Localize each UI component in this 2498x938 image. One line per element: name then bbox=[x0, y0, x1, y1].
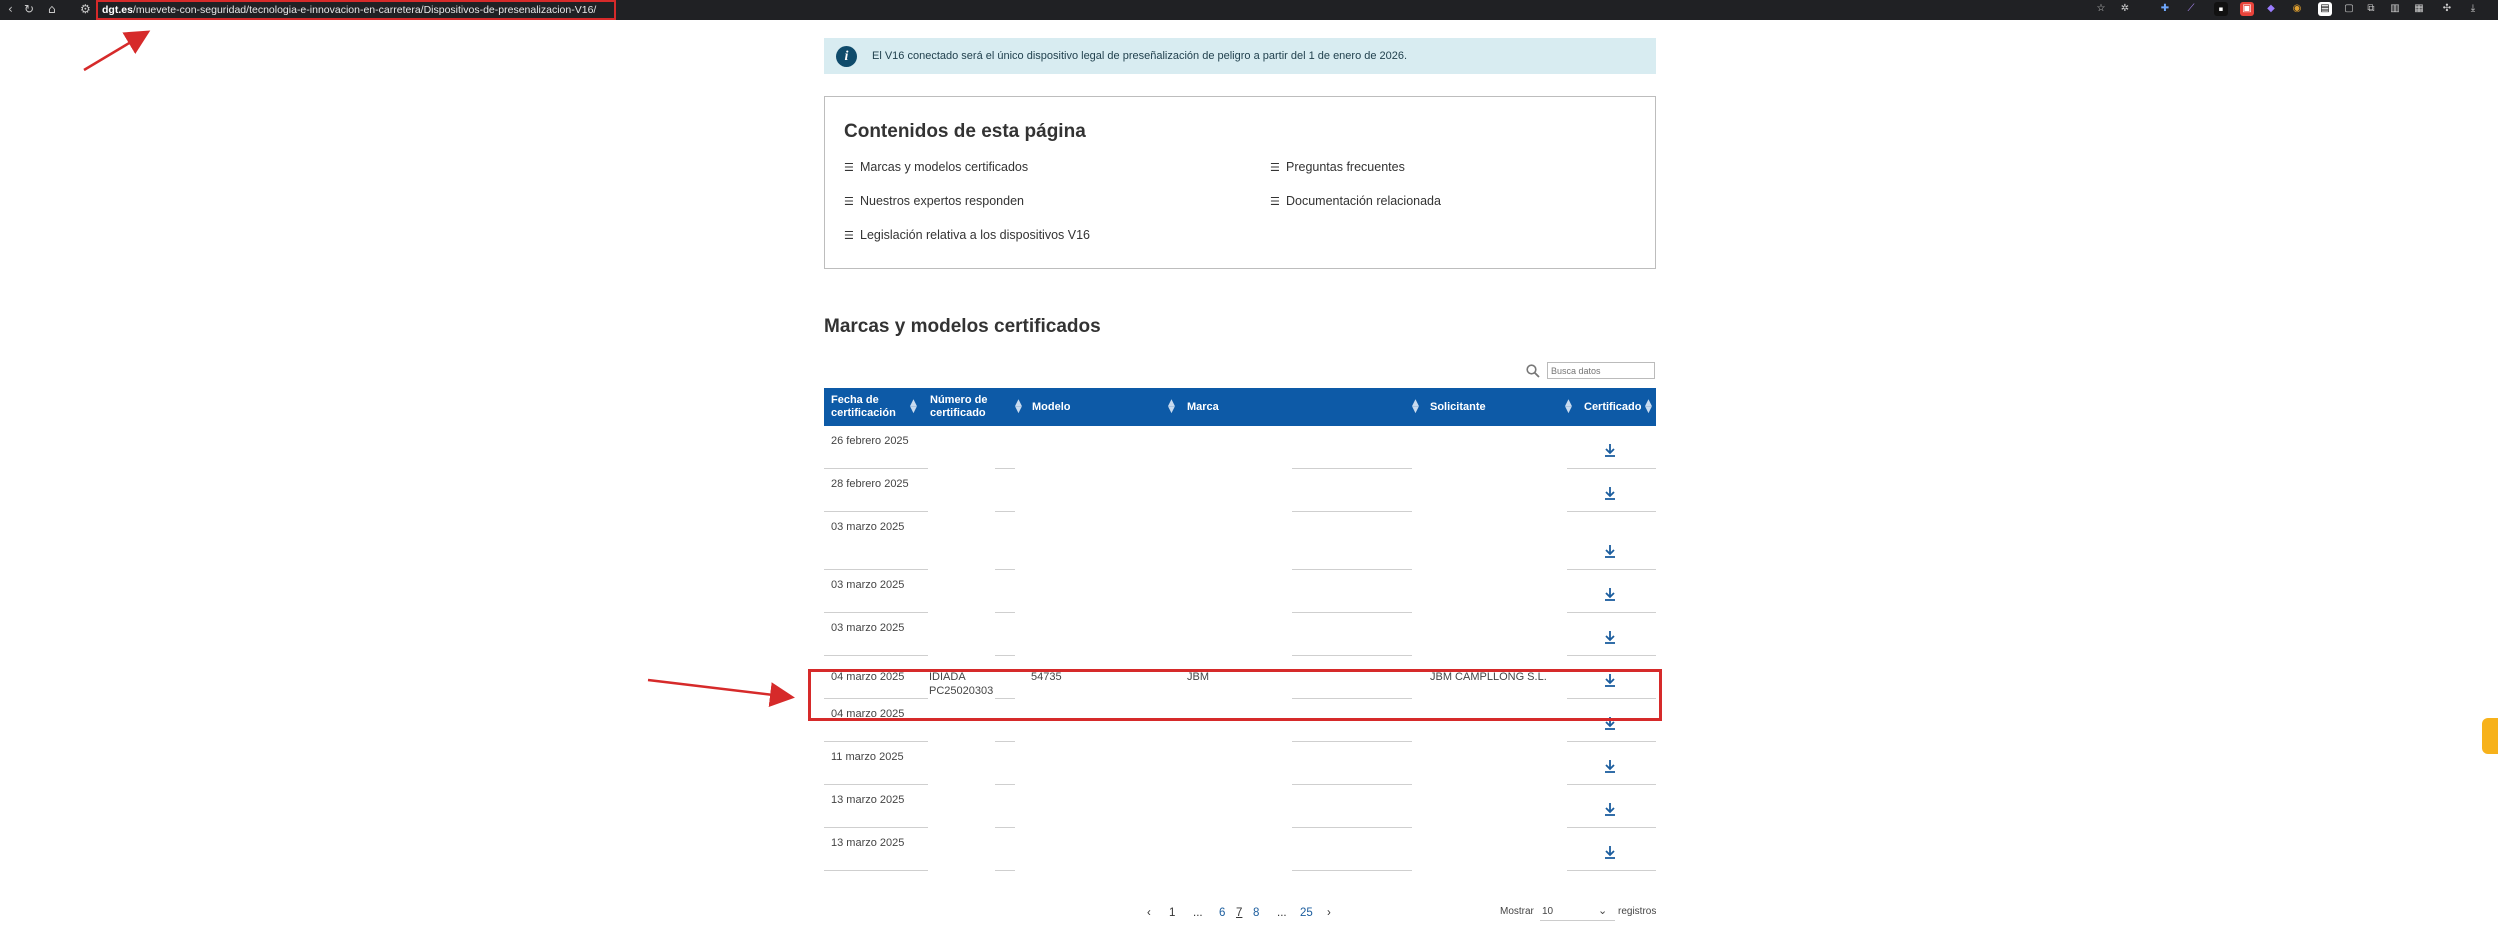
extension-icon[interactable]: ⧉ bbox=[2364, 2, 2378, 16]
arrow-to-url bbox=[83, 30, 151, 72]
toc-link-preguntas-frecuentes[interactable]: ☰ Preguntas frecuentes bbox=[1270, 160, 1405, 174]
page-length-select[interactable]: 10 ⌄ bbox=[1540, 903, 1615, 921]
download-icon[interactable] bbox=[1603, 485, 1617, 501]
table-row: 11 marzo 2025 bbox=[824, 742, 1656, 785]
pagination-ellipsis: ... bbox=[1193, 907, 1203, 919]
table-row: 03 marzo 2025 bbox=[824, 570, 1656, 613]
page-1-button[interactable]: 1 bbox=[1169, 907, 1175, 919]
url-text: dgt.es/muevete-con-seguridad/tecnologia-… bbox=[102, 4, 597, 16]
page-contents-box: Contenidos de esta página ☰ Marcas y mode… bbox=[824, 96, 1656, 269]
cell-fecha: 13 marzo 2025 bbox=[831, 794, 905, 806]
page-length-label: Mostrar bbox=[1500, 906, 1534, 917]
page-6-button[interactable]: 6 bbox=[1219, 907, 1225, 919]
info-icon: i bbox=[836, 46, 857, 67]
extension-icon[interactable]: ✲ bbox=[2118, 2, 2132, 16]
table-header: Fecha de certificación ▲ ▼ Número de cert… bbox=[824, 388, 1656, 426]
page-8-button[interactable]: 8 bbox=[1253, 907, 1259, 919]
header-marca[interactable]: Marca bbox=[1187, 388, 1219, 426]
sort-icon[interactable]: ▲ ▼ bbox=[910, 399, 917, 415]
list-icon: ☰ bbox=[844, 195, 854, 208]
back-icon[interactable]: ‹ bbox=[8, 2, 13, 16]
download-icon[interactable] bbox=[1603, 844, 1617, 860]
row-divider bbox=[995, 870, 1015, 871]
sort-icon[interactable]: ▲ ▼ bbox=[1412, 399, 1419, 415]
reload-icon[interactable]: ↻ bbox=[24, 2, 34, 16]
table-row: 03 marzo 2025 bbox=[824, 512, 1656, 570]
cell-fecha: 03 marzo 2025 bbox=[831, 622, 905, 634]
toc-link-legislacion[interactable]: ☰ Legislación relativa a los dispositivos… bbox=[844, 228, 1090, 242]
contents-title: Contenidos de esta página bbox=[844, 121, 1086, 142]
cell-fecha: 13 marzo 2025 bbox=[831, 837, 905, 849]
chevron-down-icon: ⌄ bbox=[1598, 904, 1608, 917]
extension-icon[interactable]: ◆ bbox=[2264, 2, 2278, 16]
table-row: 03 marzo 2025 bbox=[824, 613, 1656, 656]
cell-fecha: 03 marzo 2025 bbox=[831, 521, 905, 533]
prev-page-button[interactable]: ‹ bbox=[1147, 907, 1151, 919]
row-divider bbox=[824, 870, 928, 871]
extension-icon[interactable]: ▦ bbox=[2412, 2, 2426, 16]
page-length-value: 10 bbox=[1542, 906, 1554, 917]
table-row: 13 marzo 2025 bbox=[824, 828, 1656, 871]
next-page-button[interactable]: › bbox=[1327, 907, 1331, 919]
extension-icon[interactable]: ⟋ bbox=[2184, 2, 2198, 16]
header-certificado[interactable]: Certificado bbox=[1584, 388, 1641, 426]
info-banner: i El V16 conectado será el único disposi… bbox=[824, 38, 1656, 74]
sort-icon[interactable]: ▲ ▼ bbox=[1015, 399, 1022, 415]
home-icon[interactable]: ⌂ bbox=[48, 2, 56, 16]
toc-link-expertos[interactable]: ☰ Nuestros expertos responden bbox=[844, 194, 1024, 208]
row-divider bbox=[1292, 870, 1412, 871]
site-settings-icon[interactable]: ⚙ bbox=[80, 2, 91, 16]
extension-icon[interactable]: ▥ bbox=[2388, 2, 2402, 16]
page-length-suffix: registros bbox=[1618, 906, 1657, 917]
header-fecha[interactable]: Fecha de certificación bbox=[831, 388, 901, 426]
search-icon bbox=[1526, 364, 1540, 378]
header-numero[interactable]: Número de certificado bbox=[930, 388, 1000, 426]
browser-toolbar: ‹ ↻ ⌂ ⚙ dgt.es/muevete-con-seguridad/tec… bbox=[0, 0, 2498, 20]
extension-icon[interactable]: ◉ bbox=[2290, 2, 2304, 16]
bookmark-star-icon[interactable]: ☆ bbox=[2094, 2, 2108, 16]
info-banner-text: El V16 conectado será el único dispositi… bbox=[872, 50, 1408, 62]
cell-fecha: 11 marzo 2025 bbox=[831, 751, 904, 763]
download-icon[interactable] bbox=[1603, 758, 1617, 774]
download-icon[interactable] bbox=[1603, 442, 1617, 458]
download-icon[interactable]: ⤓ bbox=[2466, 2, 2480, 16]
row-divider bbox=[1567, 870, 1656, 871]
cell-fecha: 03 marzo 2025 bbox=[831, 579, 905, 591]
toc-link-documentacion[interactable]: ☰ Documentación relacionada bbox=[1270, 194, 1441, 208]
extension-icon[interactable]: ▢ bbox=[2342, 2, 2356, 16]
page-7-current[interactable]: 7 bbox=[1236, 907, 1242, 919]
download-icon[interactable] bbox=[1603, 543, 1617, 559]
page-25-button[interactable]: 25 bbox=[1300, 907, 1313, 919]
sort-icon[interactable]: ▲ ▼ bbox=[1168, 399, 1175, 415]
address-bar[interactable]: dgt.es/muevete-con-seguridad/tecnologia-… bbox=[96, 0, 616, 20]
highlighted-row-box bbox=[808, 669, 1662, 721]
header-solicitante[interactable]: Solicitante bbox=[1430, 388, 1486, 426]
toc-link-marcas-modelos[interactable]: ☰ Marcas y modelos certificados bbox=[844, 160, 1028, 174]
download-icon[interactable] bbox=[1603, 801, 1617, 817]
cell-fecha: 26 febrero 2025 bbox=[831, 435, 909, 447]
download-icon[interactable] bbox=[1603, 629, 1617, 645]
side-tab[interactable] bbox=[2482, 718, 2498, 754]
header-modelo[interactable]: Modelo bbox=[1032, 388, 1071, 426]
search-input[interactable] bbox=[1547, 362, 1655, 379]
table-row: 13 marzo 2025 bbox=[824, 785, 1656, 828]
list-icon: ☰ bbox=[1270, 161, 1280, 174]
extension-icon[interactable]: ▤ bbox=[2318, 2, 2332, 16]
extension-icon[interactable]: ✚ bbox=[2158, 2, 2172, 16]
arrow-to-row bbox=[647, 678, 795, 708]
pagination-ellipsis: ... bbox=[1277, 907, 1287, 919]
cell-fecha: 28 febrero 2025 bbox=[831, 478, 909, 490]
sort-icon[interactable]: ▲ ▼ bbox=[1645, 399, 1652, 415]
section-title: Marcas y modelos certificados bbox=[824, 316, 1101, 337]
list-icon: ☰ bbox=[844, 229, 854, 242]
list-icon: ☰ bbox=[844, 161, 854, 174]
sort-icon[interactable]: ▲ ▼ bbox=[1565, 399, 1572, 415]
extension-icon[interactable]: ▣ bbox=[2240, 2, 2254, 16]
extension-icon[interactable]: ▪ bbox=[2214, 2, 2228, 16]
extension-icon[interactable]: ✣ bbox=[2440, 2, 2454, 16]
table-row: 28 febrero 2025 bbox=[824, 469, 1656, 512]
table-row: 26 febrero 2025 bbox=[824, 426, 1656, 469]
download-icon[interactable] bbox=[1603, 586, 1617, 602]
list-icon: ☰ bbox=[1270, 195, 1280, 208]
